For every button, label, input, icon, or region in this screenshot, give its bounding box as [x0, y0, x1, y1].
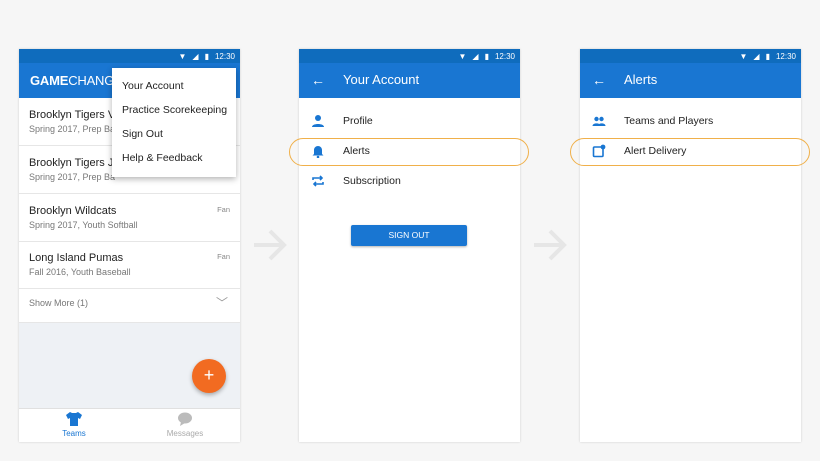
repeat-icon [312, 175, 324, 187]
app-bar: ← Your Account [299, 63, 520, 98]
app-bar: ← Alerts [580, 63, 801, 98]
page-title: Alerts [624, 72, 658, 87]
tab-teams[interactable]: Teams [34, 411, 114, 438]
show-more-row[interactable]: Show More (1) ﹀ [19, 288, 240, 323]
menu-item-help-feedback[interactable]: Help & Feedback [122, 152, 203, 164]
back-arrow-icon[interactable]: ← [592, 72, 606, 88]
chat-bubble-icon [178, 412, 192, 426]
people-icon [592, 116, 606, 126]
menu-row-subscription[interactable]: Subscription [299, 167, 520, 197]
tab-messages-label: Messages [166, 429, 204, 438]
signal-icon: ◢ [472, 51, 479, 61]
signal-icon: ◢ [753, 51, 760, 61]
battery-icon: ▮ [765, 51, 770, 61]
team-list-item[interactable]: Brooklyn Wildcats Spring 2017, Youth Sof… [19, 194, 240, 242]
menu-item-your-account[interactable]: Your Account [122, 80, 184, 92]
alerts-screen: ▼ ◢ ▮ 12:30 ← Alerts Teams and Players A… [580, 49, 801, 442]
status-time: 12:30 [775, 51, 796, 61]
fan-badge: Fan [217, 252, 230, 261]
tab-teams-label: Teams [62, 429, 86, 438]
team-season: Fall 2016, Youth Baseball [29, 267, 131, 277]
menu-item-practice-scorekeeping[interactable]: Practice Scorekeeping [122, 104, 227, 116]
wifi-icon: ▼ [458, 51, 467, 61]
add-team-button[interactable]: + [192, 359, 226, 393]
team-list-item[interactable]: Long Island Pumas Fall 2016, Youth Baseb… [19, 241, 240, 289]
highlight-outline [289, 138, 529, 166]
menu-item-sign-out[interactable]: Sign Out [122, 128, 163, 140]
sign-out-button[interactable]: SIGN OUT [351, 225, 467, 246]
show-more-label: Show More (1) [29, 298, 89, 308]
menu-row-profile[interactable]: Profile [299, 107, 520, 137]
chevron-down-icon: ﹀ [215, 296, 228, 310]
row-label: Subscription [343, 175, 401, 187]
fan-badge: Fan [217, 205, 230, 214]
team-name: Brooklyn Tigers Va [29, 109, 121, 121]
status-bar: ▼ ◢ ▮ 12:30 [580, 49, 801, 63]
arrow-right-icon [254, 229, 287, 261]
wifi-icon: ▼ [178, 51, 187, 61]
row-label: Profile [343, 115, 373, 127]
battery-icon: ▮ [204, 51, 209, 61]
team-name: Brooklyn Wildcats [29, 205, 117, 217]
battery-icon: ▮ [484, 51, 489, 61]
status-bar: ▼ ◢ ▮ 12:30 [19, 49, 240, 63]
back-arrow-icon[interactable]: ← [311, 72, 325, 88]
signal-icon: ◢ [192, 51, 199, 61]
team-name: Brooklyn Tigers JV [29, 157, 121, 169]
highlight-outline [570, 138, 810, 166]
status-bar: ▼ ◢ ▮ 12:30 [299, 49, 520, 63]
gamechanger-logo: GAMECHANG [30, 73, 115, 88]
wifi-icon: ▼ [739, 51, 748, 61]
status-time: 12:30 [214, 51, 235, 61]
person-icon [312, 115, 324, 127]
your-account-screen: ▼ ◢ ▮ 12:30 ← Your Account Profile Alert… [299, 49, 520, 442]
arrow-right-icon [534, 229, 567, 261]
bottom-nav: Teams Messages [19, 408, 240, 442]
team-season: Spring 2017, Prep Ba [29, 172, 116, 182]
teams-screen: ▼ ◢ ▮ 12:30 GAMECHANG Brooklyn Tigers Va… [19, 49, 240, 442]
overflow-menu: Your Account Practice Scorekeeping Sign … [112, 68, 236, 177]
jersey-icon [66, 412, 82, 426]
status-time: 12:30 [494, 51, 515, 61]
page-title: Your Account [343, 72, 420, 87]
menu-row-teams-and-players[interactable]: Teams and Players [580, 107, 801, 137]
team-season: Spring 2017, Youth Softball [29, 220, 138, 230]
tab-messages[interactable]: Messages [145, 411, 225, 438]
team-season: Spring 2017, Prep Ba [29, 124, 116, 134]
team-name: Long Island Pumas [29, 252, 124, 264]
row-label: Teams and Players [624, 115, 714, 127]
